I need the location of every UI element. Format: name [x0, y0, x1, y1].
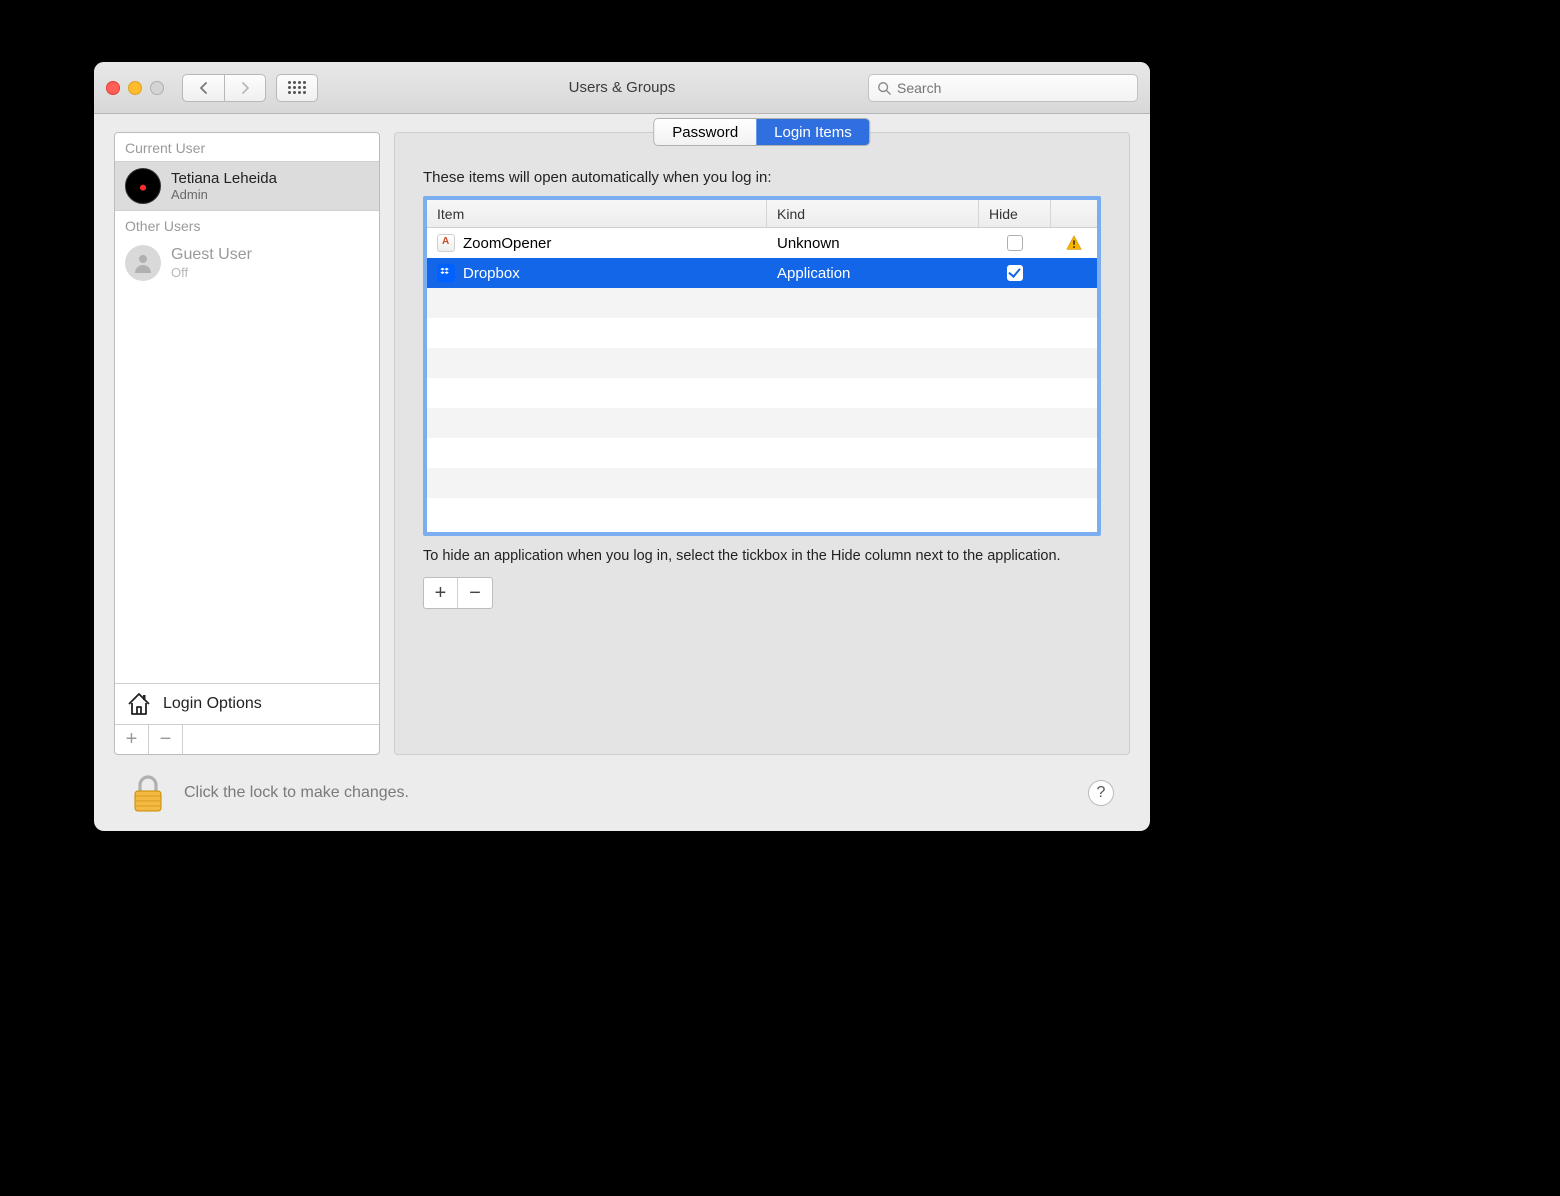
login-options-button[interactable]: Login Options [115, 683, 379, 724]
table-row-empty [427, 408, 1097, 438]
remove-login-item-button[interactable]: − [458, 578, 492, 608]
item-name: ZoomOpener [463, 235, 551, 252]
search-icon [877, 81, 891, 95]
zoom-window-button[interactable] [150, 81, 164, 95]
add-user-button[interactable]: + [115, 725, 149, 754]
tab-password[interactable]: Password [654, 119, 756, 145]
forward-button[interactable] [224, 74, 266, 102]
tab-bar: Password Login Items [653, 118, 870, 146]
table-row[interactable]: ZoomOpener Unknown [427, 228, 1097, 258]
main-panel: Password Login Items These items will op… [394, 132, 1130, 755]
other-users-header: Other Users [115, 211, 379, 239]
app-icon [437, 234, 455, 252]
table-row-empty [427, 288, 1097, 318]
user-status: Off [171, 265, 252, 280]
column-warning [1051, 200, 1097, 227]
remove-user-button[interactable]: − [149, 725, 183, 754]
login-options-label: Login Options [163, 695, 262, 713]
column-hide[interactable]: Hide [979, 200, 1051, 227]
login-items-table[interactable]: Item Kind Hide ZoomOpener [423, 196, 1101, 536]
tab-login-items[interactable]: Login Items [756, 119, 870, 145]
login-items-description: These items will open automatically when… [423, 169, 1101, 186]
columns: Current User Tetiana Leheida Admin Other… [114, 132, 1130, 755]
table-row-empty [427, 348, 1097, 378]
hide-checkbox[interactable] [1007, 265, 1023, 281]
lock-text: Click the lock to make changes. [184, 784, 409, 802]
sidebar-guest-user[interactable]: Guest User Off [115, 239, 379, 287]
table-row-empty [427, 318, 1097, 348]
window-controls [106, 81, 164, 95]
nav-buttons [182, 74, 266, 102]
item-kind: Application [767, 265, 979, 282]
minimize-window-button[interactable] [128, 81, 142, 95]
hide-checkbox[interactable] [1007, 235, 1023, 251]
lock-icon[interactable] [130, 773, 166, 813]
table-header: Item Kind Hide [427, 200, 1097, 228]
table-row-empty [427, 378, 1097, 408]
close-window-button[interactable] [106, 81, 120, 95]
avatar-icon [125, 245, 161, 281]
window-body: Current User Tetiana Leheida Admin Other… [94, 114, 1150, 831]
warning-icon [1065, 234, 1083, 252]
column-kind[interactable]: Kind [767, 200, 979, 227]
search-field[interactable] [868, 74, 1138, 102]
back-button[interactable] [182, 74, 224, 102]
avatar-icon [125, 168, 161, 204]
table-body: ZoomOpener Unknown [427, 228, 1097, 528]
toolbar: Users & Groups [94, 62, 1150, 114]
user-name: Tetiana Leheida [171, 170, 277, 187]
user-role: Admin [171, 187, 277, 202]
users-sidebar: Current User Tetiana Leheida Admin Other… [114, 132, 380, 755]
app-icon [437, 264, 455, 282]
hide-hint-text: To hide an application when you log in, … [423, 546, 1101, 567]
table-row[interactable]: Dropbox Application [427, 258, 1097, 288]
add-remove-login-item: + − [423, 577, 493, 609]
sidebar-footer: + − [115, 724, 379, 754]
table-row-empty [427, 468, 1097, 498]
sidebar-current-user[interactable]: Tetiana Leheida Admin [115, 161, 379, 211]
table-row-empty [427, 498, 1097, 528]
item-name: Dropbox [463, 265, 520, 282]
item-kind: Unknown [767, 235, 979, 252]
table-row-empty [427, 438, 1097, 468]
lock-row: Click the lock to make changes. ? [114, 755, 1130, 819]
preferences-window: Users & Groups Current User Tetiana Lehe… [94, 62, 1150, 831]
search-input[interactable] [897, 80, 1129, 96]
house-icon [125, 692, 153, 716]
current-user-header: Current User [115, 133, 379, 161]
column-item[interactable]: Item [427, 200, 767, 227]
sidebar-footer-spacer [183, 725, 379, 754]
show-all-button[interactable] [276, 74, 318, 102]
user-name: Guest User [171, 246, 252, 264]
help-button[interactable]: ? [1088, 780, 1114, 806]
grid-icon [288, 81, 306, 94]
add-login-item-button[interactable]: + [424, 578, 458, 608]
